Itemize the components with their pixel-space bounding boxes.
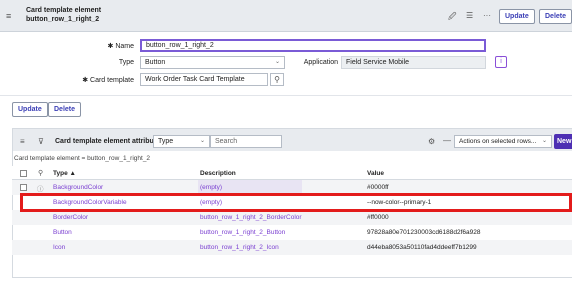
card-template-field[interactable]: Work Order Task Card Template [140,73,268,86]
info-icon[interactable]: i [495,56,507,68]
filter-icon[interactable]: ⊽ [38,137,44,146]
settings-sliders-icon[interactable]: ☰ [466,11,473,20]
name-field[interactable]: button_row_1_right_2 [140,39,486,52]
record-type-title: Card template element [26,7,102,14]
name-label: ✱ Name [107,43,134,50]
column-description[interactable]: Description [200,170,236,177]
update-button[interactable]: Update [12,102,48,117]
actions-select[interactable]: Actions on selected rows... ⌄ [454,135,552,148]
filter-field-select[interactable]: Type ⌄ [153,135,210,148]
more-options-icon[interactable]: ··· [483,11,491,20]
info-icon[interactable]: ⓘ [37,183,44,193]
column-value[interactable]: Value [367,170,384,177]
column-header-row: ⚲ Type ▲ Description Value [12,166,572,180]
type-cell[interactable]: BorderColor [53,214,88,221]
search-icon[interactable]: ⚲ [38,169,43,177]
description-cell[interactable]: button_row_1_right_2_BorderColor [200,214,302,221]
gear-icon[interactable]: ⚙ [428,137,435,146]
table-row: Icon button_row_1_right_2_Icon d44eba805… [12,240,572,255]
column-type[interactable]: Type ▲ [53,170,76,177]
highlight-box [20,193,572,212]
description-cell[interactable]: button_row_1_right_2_Button [200,229,285,236]
chevron-down-icon: ⌄ [541,138,547,144]
type-label: Type [118,59,134,66]
description-cell: (empty) [200,184,223,191]
value-cell: #0000ff [367,184,389,191]
type-cell[interactable]: Icon [53,244,65,251]
form-header: ≡ Card template element button_row_1_rig… [0,0,572,32]
application-label: Application [303,59,338,66]
type-cell[interactable]: Button [53,229,72,236]
attachment-icon[interactable]: 🖉 [448,11,457,25]
breadcrumb[interactable]: Card template element = button_row_1_rig… [14,155,150,162]
value-cell: 97828a80e701230003cd6188d2f6a928 [367,229,481,236]
delete-button[interactable]: Delete [48,102,82,117]
search-icon[interactable]: ⚲ [270,73,284,86]
new-button[interactable]: New [554,134,572,149]
related-list-title: Card template element attributes [55,138,164,145]
row-checkbox[interactable] [20,184,27,191]
header-delete-button[interactable]: Delete [539,9,572,24]
list-menu-icon[interactable]: ≡ [20,137,25,146]
chevron-down-icon: ⌄ [199,138,205,144]
value-cell: d44eba8053a50110fad4ddeeff7b1299 [367,244,477,251]
card-template-label: ✱ Card template [82,77,134,84]
application-field: Field Service Mobile [341,56,486,69]
value-cell: #ff0000 [367,214,389,221]
table-row: BorderColor button_row_1_right_2_BorderC… [12,210,572,225]
collapse-icon[interactable]: — [443,136,451,145]
chevron-down-icon: ⌄ [274,59,280,65]
description-cell[interactable]: button_row_1_right_2_Icon [200,244,279,251]
table-row: Button button_row_1_right_2_Button 97828… [12,225,572,240]
record-name-title: button_row_1_right_2 [26,16,100,23]
type-cell[interactable]: BackgroundColor [53,184,103,191]
type-select[interactable]: Button ⌄ [140,56,285,69]
select-all-checkbox[interactable] [20,170,27,177]
header-update-button[interactable]: Update [499,9,535,24]
search-input[interactable]: Search [210,135,282,148]
hamburger-icon[interactable]: ≡ [6,11,11,21]
